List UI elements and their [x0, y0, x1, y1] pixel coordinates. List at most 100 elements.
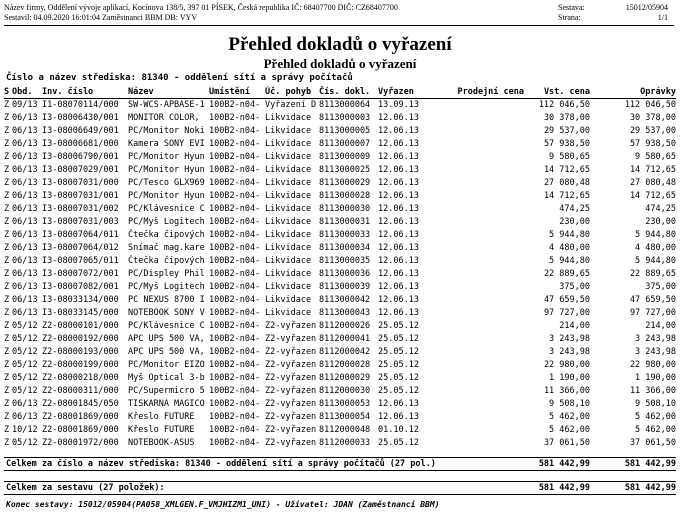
- row-entry-price: 47 659,50: [543, 295, 590, 305]
- row-disposed-date: 12.06.13: [378, 165, 419, 175]
- row-inventory-number: I3-08033145/000: [42, 308, 119, 318]
- row-inventory-number: I1-08070114/000: [42, 100, 119, 110]
- row-status: Z: [4, 230, 10, 240]
- row-document-number: 8113000042: [319, 295, 371, 305]
- row-name: PC/Monitor Hyun: [128, 165, 205, 175]
- col-header-document-number: Čís. dokl.: [319, 87, 371, 97]
- row-name: NOTEBOOK SONY V: [128, 308, 205, 318]
- report-number-label: Sestava:: [558, 3, 585, 12]
- row-location: 100B2-n04-: [209, 113, 261, 123]
- report-total-depreciation: 581 442,99: [624, 483, 676, 493]
- row-inventory-number: Z2-08000199/000: [42, 360, 119, 370]
- row-name: PC/Monitor Hyun: [128, 191, 205, 201]
- row-name: PC/Monitor EIZO: [128, 360, 205, 370]
- row-period: 06/13: [12, 282, 38, 292]
- table-row: Z 06/13 I3-08006790/001 PC/Monitor Hyun 100B…: [4, 151, 676, 164]
- row-entry-price: 14 712,65: [543, 191, 590, 201]
- row-period: 06/13: [12, 204, 38, 214]
- table-row: Z 06/13 I3-08006649/001 PC/Monitor Noki 100B…: [4, 125, 676, 138]
- row-entry-price: 112 046,50: [538, 100, 590, 110]
- row-entry-price: 5 944,80: [549, 256, 590, 266]
- table-row: Z 06/13 I3-08007082/001 PC/Myš Logitech 100B…: [4, 281, 676, 294]
- row-period: 06/13: [12, 113, 38, 123]
- row-depreciation: 3 243,98: [635, 347, 676, 357]
- table-row: Z 06/13 I3-08007064/012 Snímač mag.kare 100B…: [4, 242, 676, 255]
- row-document-number: 8112000033: [319, 438, 371, 448]
- row-movement: Z2-vyřazen: [265, 438, 317, 448]
- row-name: Myš Optical 3-b: [128, 373, 205, 383]
- row-depreciation: 57 938,50: [629, 139, 676, 149]
- row-inventory-number: Z2-08001972/000: [42, 438, 119, 448]
- row-entry-price: 4 480,00: [549, 243, 590, 253]
- row-depreciation: 14 712,65: [629, 191, 676, 201]
- row-entry-price: 14 712,65: [543, 165, 590, 175]
- row-depreciation: 375,00: [645, 282, 676, 292]
- table-row: Z 06/13 Z2-08001869/000 Křeslo FUTURE 100B2-…: [4, 411, 676, 424]
- row-status: Z: [4, 308, 10, 318]
- row-name: PC/Tesco GLX969: [128, 178, 205, 188]
- col-header-name: Název: [128, 87, 154, 97]
- table-row: Z 06/13 I3-08007029/001 PC/Monitor Hyun 100B…: [4, 164, 676, 177]
- row-entry-price: 30 378,00: [543, 113, 590, 123]
- row-document-number: 8112000026: [319, 321, 371, 331]
- row-disposed-date: 01.10.12: [378, 425, 419, 435]
- row-movement: Z2-vyřazen: [265, 321, 317, 331]
- row-movement: Likvidace: [265, 217, 312, 227]
- row-inventory-number: I3-08007065/011: [42, 256, 119, 266]
- row-depreciation: 5 944,80: [635, 230, 676, 240]
- row-period: 06/13: [12, 178, 38, 188]
- row-depreciation: 5 462,00: [635, 425, 676, 435]
- row-name: Kamera SONY EVI: [128, 139, 205, 149]
- row-disposed-date: 12.06.13: [378, 204, 419, 214]
- row-entry-price: 474,25: [559, 204, 590, 214]
- row-depreciation: 22 980,00: [629, 360, 676, 370]
- row-location: 100B2-n04-: [209, 100, 261, 110]
- row-movement: Z2-vyřazen: [265, 334, 317, 344]
- row-document-number: 8113000031: [319, 217, 371, 227]
- table-row: Z 06/13 I3-08007031/002 PC/Klávesnice C 100B…: [4, 203, 676, 216]
- row-inventory-number: I3-08007031/002: [42, 204, 119, 214]
- row-period: 06/13: [12, 191, 38, 201]
- row-inventory-number: I3-08007064/011: [42, 230, 119, 240]
- row-name: PC/Klávesnice C: [128, 204, 205, 214]
- report-total-entry-price: 581 442,99: [538, 483, 590, 493]
- row-entry-price: 1 190,00: [549, 373, 590, 383]
- row-entry-price: 9 508,10: [549, 399, 590, 409]
- col-header-sale-price: Prodejní cena: [457, 87, 524, 97]
- cost-center-total-entry-price: 581 442,99: [538, 459, 590, 469]
- row-movement: Likvidace: [265, 256, 312, 266]
- row-disposed-date: 12.06.13: [378, 243, 419, 253]
- row-disposed-date: 12.06.13: [378, 399, 419, 409]
- row-period: 06/13: [12, 412, 38, 422]
- row-status: Z: [4, 282, 10, 292]
- row-entry-price: 375,00: [559, 282, 590, 292]
- row-name: Snímač mag.kare: [128, 243, 205, 253]
- row-depreciation: 27 080,48: [629, 178, 676, 188]
- row-status: Z: [4, 269, 10, 279]
- row-period: 06/13: [12, 243, 38, 253]
- table-row: Z 05/12 Z2-08000311/000 PC/Supermicro 5 100B…: [4, 385, 676, 398]
- row-document-number: 8113000003: [319, 113, 371, 123]
- row-disposed-date: 12.06.13: [378, 178, 419, 188]
- row-depreciation: 5 944,80: [635, 256, 676, 266]
- col-header-disposed: Vyřazen: [378, 87, 414, 97]
- cost-center-total-row: Celkem za číslo a název střediska: 81340…: [4, 457, 676, 471]
- row-inventory-number: Z2-08000311/000: [42, 386, 119, 396]
- table-row: Z 06/13 I3-08006430/001 MONITOR COLOR, 100B2…: [4, 112, 676, 125]
- disposal-table: S Obd. Inv. číslo Název Umístění Úč. poh…: [4, 86, 676, 450]
- row-location: 100B2-n04-: [209, 373, 261, 383]
- company-line: Název firmy, Oddělení vývoje aplikací, K…: [4, 3, 398, 12]
- table-header-row: S Obd. Inv. číslo Název Umístění Úč. poh…: [4, 86, 676, 99]
- row-depreciation: 112 046,50: [624, 100, 676, 110]
- row-location: 100B2-n04-: [209, 269, 261, 279]
- cost-center-total-label: Celkem za číslo a název střediska: 81340…: [6, 459, 436, 469]
- row-status: Z: [4, 165, 10, 175]
- row-name: TISKARNA MAGICO: [128, 399, 205, 409]
- row-period: 09/13: [12, 100, 38, 110]
- row-period: 05/12: [12, 360, 38, 370]
- row-name: PC/Monitor Hyun: [128, 152, 205, 162]
- row-document-number: 8113000039: [319, 282, 371, 292]
- row-inventory-number: Z2-08000192/000: [42, 334, 119, 344]
- row-disposed-date: 12.06.13: [378, 152, 419, 162]
- row-name: PC/Myš Logitech: [128, 282, 205, 292]
